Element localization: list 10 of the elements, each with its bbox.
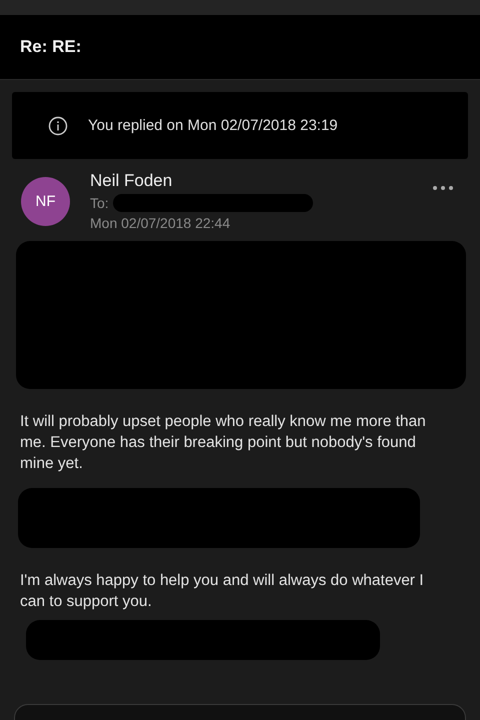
message-date: Mon 02/07/2018 22:44 bbox=[90, 215, 232, 231]
email-subject: Re: RE: bbox=[20, 37, 82, 57]
info-icon bbox=[48, 116, 68, 136]
message-paragraph: It will probably upset people who really know me more than me. Everyone has their breaking point but nobody's found mine yet. bbox=[20, 412, 427, 474]
recipient-label: To: bbox=[90, 195, 109, 211]
avatar: NF bbox=[21, 177, 70, 226]
message-paragraph: I'm always happy to help you and will always do whatever I can to support you. bbox=[20, 571, 425, 612]
notice-text: You replied on Mon 02/07/2018 23:19 bbox=[88, 117, 338, 134]
sender-name: Neil Foden bbox=[90, 171, 174, 191]
more-icon[interactable] bbox=[432, 185, 454, 191]
